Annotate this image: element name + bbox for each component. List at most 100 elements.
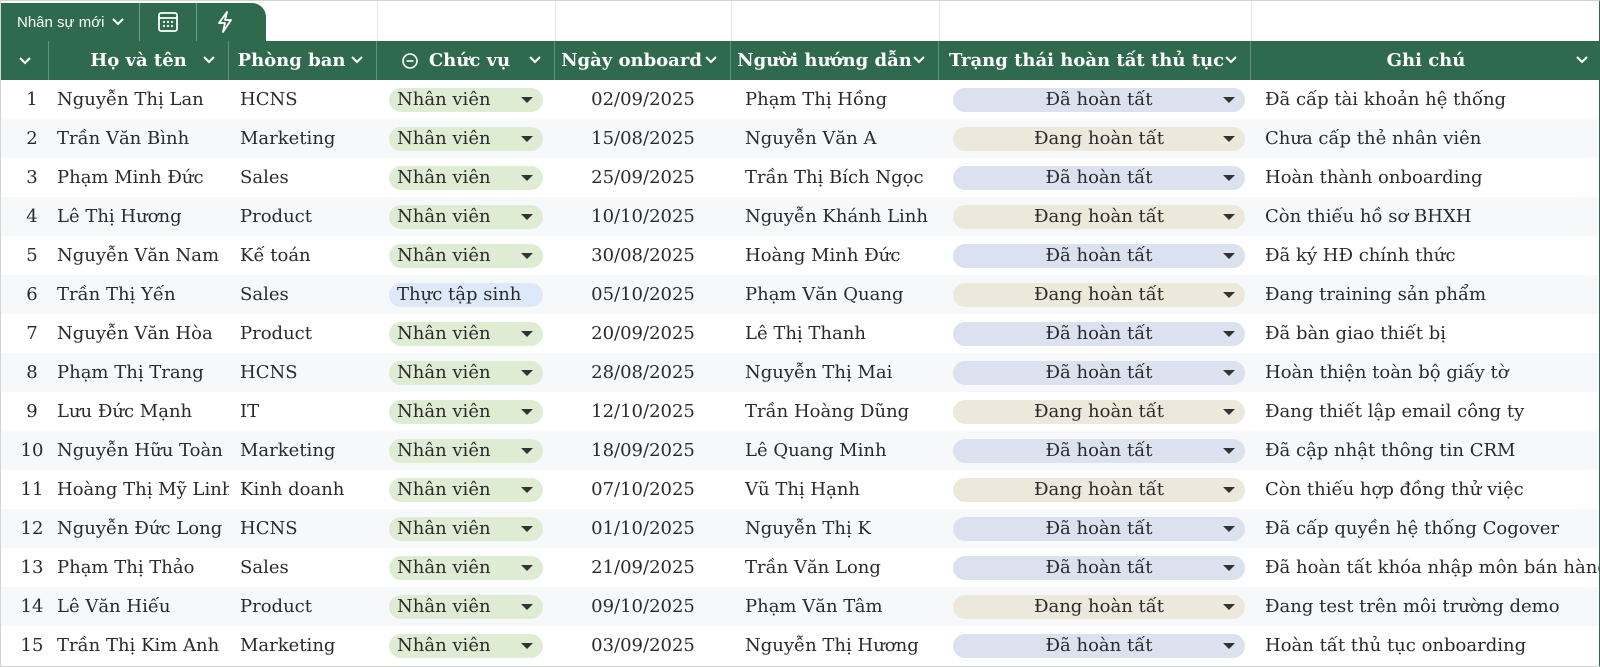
cell-dept[interactable]: Kinh doanh	[229, 470, 377, 509]
caret-down-icon[interactable]	[1223, 174, 1235, 181]
cell-date[interactable]: 28/08/2025	[555, 353, 731, 392]
cell-dept[interactable]: Kế toán	[229, 236, 377, 275]
cell-dept[interactable]: Sales	[229, 158, 377, 197]
cell-date[interactable]: 10/10/2025	[555, 197, 731, 236]
automation-button[interactable]	[197, 3, 253, 41]
status-select[interactable]: Đang hoàn tất	[953, 126, 1245, 151]
column-header-name[interactable]: Họ và tên	[49, 41, 229, 80]
cell-status[interactable]: Đang hoàn tất	[939, 197, 1251, 236]
table-row[interactable]: 8 Phạm Thị Trang HCNS Nhân viên 28/08/20…	[1, 353, 1599, 392]
table-row[interactable]: 11 Hoàng Thị Mỹ Linh Kinh doanh Nhân viê…	[1, 470, 1599, 509]
caret-down-icon[interactable]	[521, 135, 533, 142]
status-select[interactable]: Đang hoàn tất	[953, 477, 1245, 502]
caret-down-icon[interactable]	[521, 642, 533, 649]
caret-down-icon[interactable]	[521, 174, 533, 181]
cell-mentor[interactable]: Hoàng Minh Đức	[731, 236, 939, 275]
cell-role[interactable]: Nhân viên	[377, 509, 555, 548]
cell-mentor[interactable]: Phạm Thị Hồng	[731, 80, 939, 119]
cell-note[interactable]: Đã cấp quyền hệ thống Cogover	[1251, 509, 1599, 548]
cell-name[interactable]: Lê Thị Hương	[49, 197, 229, 236]
cell-note[interactable]: Hoàn thiện toàn bộ giấy tờ	[1251, 353, 1599, 392]
cell-note[interactable]: Còn thiếu hợp đồng thử việc	[1251, 470, 1599, 509]
column-header-date[interactable]: Ngày onboard	[555, 41, 731, 80]
role-select[interactable]: Nhân viên	[389, 87, 543, 112]
caret-down-icon[interactable]	[521, 525, 533, 532]
status-select[interactable]: Đã hoàn tất	[953, 321, 1245, 346]
caret-down-icon[interactable]	[1223, 330, 1235, 337]
cell-status[interactable]: Đã hoàn tất	[939, 548, 1251, 587]
cell-status[interactable]: Đã hoàn tất	[939, 509, 1251, 548]
table-row[interactable]: 3 Phạm Minh Đức Sales Nhân viên 25/09/20…	[1, 158, 1599, 197]
cell-status[interactable]: Đã hoàn tất	[939, 158, 1251, 197]
cell-mentor[interactable]: Trần Thị Bích Ngọc	[731, 158, 939, 197]
cell-date[interactable]: 09/10/2025	[555, 587, 731, 626]
cell-note[interactable]: Đã bàn giao thiết bị	[1251, 314, 1599, 353]
caret-down-icon[interactable]	[1223, 642, 1235, 649]
table-row[interactable]: 9 Lưu Đức Mạnh IT Nhân viên 12/10/2025 T…	[1, 392, 1599, 431]
cell-mentor[interactable]: Phạm Văn Tâm	[731, 587, 939, 626]
caret-down-icon[interactable]	[1223, 213, 1235, 220]
role-select[interactable]: Nhân viên	[389, 438, 543, 463]
cell-date[interactable]: 12/10/2025	[555, 392, 731, 431]
role-select[interactable]: Nhân viên	[389, 633, 543, 658]
cell-mentor[interactable]: Nguyễn Thị Hương	[731, 626, 939, 665]
table-row[interactable]: 10 Nguyễn Hữu Toàn Marketing Nhân viên 1…	[1, 431, 1599, 470]
cell-status[interactable]: Đã hoàn tất	[939, 626, 1251, 665]
cell-name[interactable]: Phạm Thị Thảo	[49, 548, 229, 587]
caret-down-icon[interactable]	[1223, 135, 1235, 142]
caret-down-icon[interactable]	[1223, 603, 1235, 610]
column-header-role[interactable]: Chức vụ	[377, 41, 555, 80]
cell-date[interactable]: 05/10/2025	[555, 275, 731, 314]
cell-mentor[interactable]: Nguyễn Thị K	[731, 509, 939, 548]
cell-name[interactable]: Trần Văn Bình	[49, 119, 229, 158]
role-select[interactable]: Thực tập sinh	[389, 282, 543, 307]
status-select[interactable]: Đang hoàn tất	[953, 399, 1245, 424]
cell-note[interactable]: Đang training sản phẩm	[1251, 275, 1599, 314]
cell-note[interactable]: Đã ký HĐ chính thức	[1251, 236, 1599, 275]
chevron-down-icon[interactable]	[704, 53, 718, 67]
cell-dept[interactable]: HCNS	[229, 80, 377, 119]
cell-date[interactable]: 07/10/2025	[555, 470, 731, 509]
cell-mentor[interactable]: Nguyễn Khánh Linh	[731, 197, 939, 236]
cell-role[interactable]: Nhân viên	[377, 431, 555, 470]
caret-down-icon[interactable]	[1223, 447, 1235, 454]
caret-down-icon[interactable]	[521, 213, 533, 220]
cell-mentor[interactable]: Trần Văn Long	[731, 548, 939, 587]
cell-role[interactable]: Nhân viên	[377, 197, 555, 236]
cell-status[interactable]: Đang hoàn tất	[939, 587, 1251, 626]
status-select[interactable]: Đã hoàn tất	[953, 438, 1245, 463]
cell-note[interactable]: Đang thiết lập email công ty	[1251, 392, 1599, 431]
cell-role[interactable]: Nhân viên	[377, 236, 555, 275]
cell-note[interactable]: Đang test trên môi trường demo	[1251, 587, 1599, 626]
cell-dept[interactable]: Product	[229, 314, 377, 353]
cell-name[interactable]: Nguyễn Hữu Toàn	[49, 431, 229, 470]
cell-dept[interactable]: Sales	[229, 275, 377, 314]
caret-down-icon[interactable]	[521, 252, 533, 259]
role-select[interactable]: Nhân viên	[389, 360, 543, 385]
caret-down-icon[interactable]	[1223, 525, 1235, 532]
cell-date[interactable]: 02/09/2025	[555, 80, 731, 119]
cell-name[interactable]: Nguyễn Văn Nam	[49, 236, 229, 275]
cell-dept[interactable]: HCNS	[229, 509, 377, 548]
cell-dept[interactable]: Marketing	[229, 431, 377, 470]
cell-status[interactable]: Đã hoàn tất	[939, 80, 1251, 119]
cell-name[interactable]: Nguyễn Thị Lan	[49, 80, 229, 119]
table-row[interactable]: 7 Nguyễn Văn Hòa Product Nhân viên 20/09…	[1, 314, 1599, 353]
role-select[interactable]: Nhân viên	[389, 477, 543, 502]
status-select[interactable]: Đã hoàn tất	[953, 360, 1245, 385]
cell-role[interactable]: Nhân viên	[377, 470, 555, 509]
caret-down-icon[interactable]	[521, 408, 533, 415]
caret-down-icon[interactable]	[1223, 369, 1235, 376]
caret-down-icon[interactable]	[521, 330, 533, 337]
chevron-down-icon[interactable]	[528, 53, 542, 67]
role-select[interactable]: Nhân viên	[389, 594, 543, 619]
cell-status[interactable]: Đang hoàn tất	[939, 470, 1251, 509]
caret-down-icon[interactable]	[521, 447, 533, 454]
cell-mentor[interactable]: Lê Thị Thanh	[731, 314, 939, 353]
cell-role[interactable]: Nhân viên	[377, 587, 555, 626]
cell-note[interactable]: Hoàn tất thủ tục onboarding	[1251, 626, 1599, 665]
status-select[interactable]: Đang hoàn tất	[953, 282, 1245, 307]
cell-date[interactable]: 15/08/2025	[555, 119, 731, 158]
cell-date[interactable]: 25/09/2025	[555, 158, 731, 197]
table-row[interactable]: 13 Phạm Thị Thảo Sales Nhân viên 21/09/2…	[1, 548, 1599, 587]
